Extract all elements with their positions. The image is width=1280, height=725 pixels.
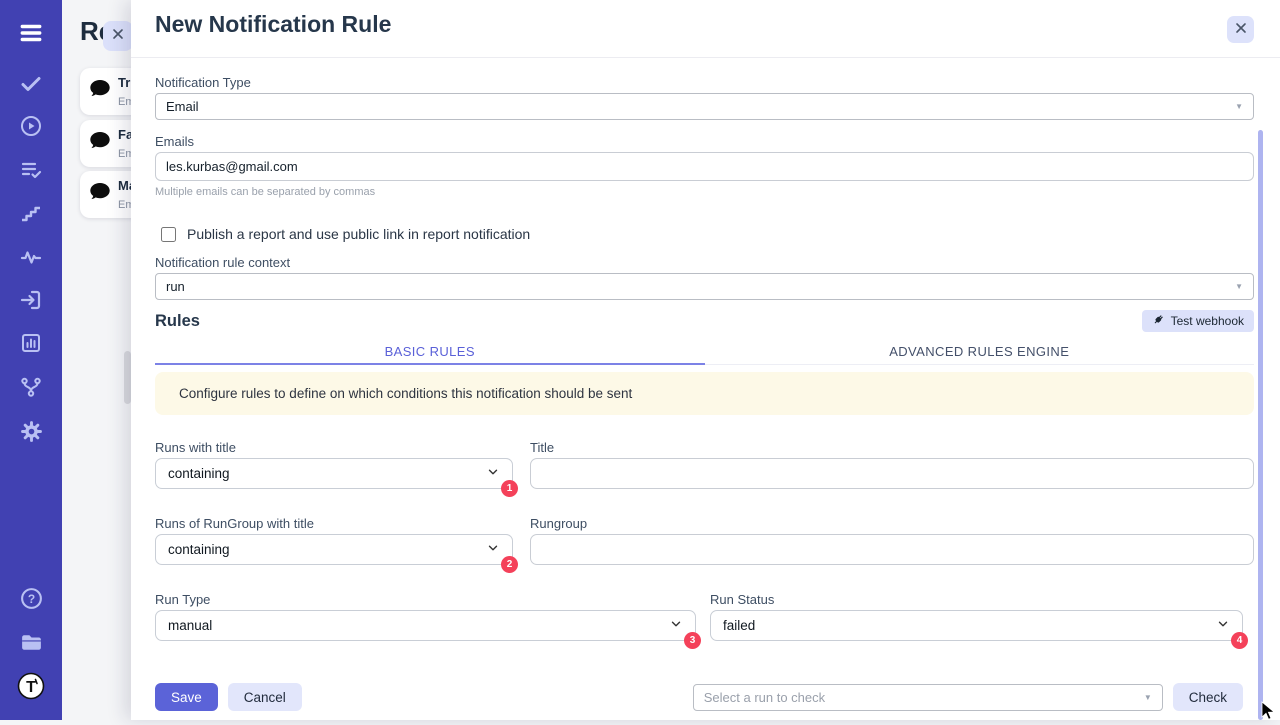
- emails-helper-text: Multiple emails can be separated by comm…: [155, 186, 1254, 198]
- menu-icon[interactable]: [0, 20, 62, 46]
- run-status-value: failed: [723, 618, 755, 633]
- rule-context-label: Notification rule context: [155, 255, 1254, 270]
- speech-bubble-icon: [88, 180, 112, 209]
- bar-chart-icon[interactable]: [0, 330, 62, 356]
- rungroup-title-value: containing: [168, 542, 230, 557]
- check-button[interactable]: Check: [1173, 683, 1243, 711]
- close-icon: [1235, 21, 1247, 39]
- tracardi-logo[interactable]: T: [0, 672, 62, 700]
- steps-icon[interactable]: [0, 200, 62, 226]
- status-badge: 3: [684, 632, 701, 649]
- modal-close-button[interactable]: [1227, 16, 1254, 43]
- rules-tabs: BASIC RULES ADVANCED RULES ENGINE: [155, 338, 1254, 365]
- sign-in-icon[interactable]: [0, 287, 62, 313]
- dropdown-arrow-icon: ▼: [1235, 282, 1243, 291]
- chevron-down-icon: [486, 541, 500, 558]
- chevron-down-icon: [486, 465, 500, 482]
- modal-content: Notification Type Email ▼ Emails Multipl…: [131, 75, 1280, 711]
- run-type-select[interactable]: manual 3: [155, 610, 696, 641]
- rules-info-banner: Configure rules to define on which condi…: [155, 372, 1254, 415]
- runs-with-title-label: Runs with title: [155, 440, 513, 455]
- run-type-value: manual: [168, 618, 212, 633]
- status-badge: 1: [501, 480, 518, 497]
- notification-type-select[interactable]: Email ▼: [155, 93, 1254, 120]
- svg-text:T: T: [26, 679, 36, 696]
- list-check-icon[interactable]: [0, 157, 62, 183]
- plug-icon: [1152, 313, 1165, 329]
- modal-scrollbar-thumb[interactable]: [1258, 130, 1263, 720]
- save-button[interactable]: Save: [155, 683, 218, 711]
- folder-icon[interactable]: [0, 629, 62, 655]
- rungroup-label: Rungroup: [530, 516, 1254, 531]
- publish-report-checkbox[interactable]: [161, 227, 176, 242]
- activity-icon[interactable]: [0, 244, 62, 270]
- panel-scrollbar-thumb[interactable]: [124, 351, 131, 404]
- rungroup-title-select[interactable]: containing 2: [155, 534, 513, 565]
- check-icon[interactable]: [0, 71, 62, 97]
- play-circle-icon[interactable]: [0, 113, 62, 139]
- rungroup-title-label: Runs of RunGroup with title: [155, 516, 513, 531]
- emails-label: Emails: [155, 134, 1254, 149]
- publish-report-label: Publish a report and use public link in …: [187, 226, 530, 242]
- runs-with-title-value: containing: [168, 466, 230, 481]
- modal-title: New Notification Rule: [155, 11, 391, 38]
- sidebar: ? T: [0, 0, 62, 720]
- emails-input[interactable]: [155, 152, 1254, 181]
- run-status-select[interactable]: failed 4: [710, 610, 1243, 641]
- status-badge: 4: [1231, 632, 1248, 649]
- notification-type-value: Email: [166, 99, 199, 114]
- run-to-check-select[interactable]: Select a run to check ▼: [693, 684, 1163, 711]
- modal-header: New Notification Rule: [131, 0, 1280, 58]
- chevron-down-icon: [669, 617, 683, 634]
- title-input[interactable]: [530, 458, 1254, 489]
- rule-row: Runs with title containing 1 Title: [155, 440, 1254, 489]
- rule-row: Runs of RunGroup with title containing 2…: [155, 516, 1254, 565]
- tab-basic-rules[interactable]: BASIC RULES: [155, 338, 705, 364]
- notification-type-label: Notification Type: [155, 75, 1254, 90]
- dropdown-arrow-icon: ▼: [1235, 102, 1243, 111]
- run-status-label: Run Status: [710, 592, 1243, 607]
- cancel-button[interactable]: Cancel: [228, 683, 302, 711]
- dropdown-arrow-icon: ▼: [1144, 693, 1152, 702]
- run-type-label: Run Type: [155, 592, 696, 607]
- test-webhook-label: Test webhook: [1171, 314, 1244, 328]
- rule-context-value: run: [166, 279, 185, 294]
- active-tab-indicator: [155, 363, 705, 365]
- tab-advanced-rules-engine[interactable]: ADVANCED RULES ENGINE: [705, 338, 1255, 364]
- background-panel-close-button[interactable]: [103, 21, 133, 51]
- runs-with-title-select[interactable]: containing 1: [155, 458, 513, 489]
- test-webhook-button[interactable]: Test webhook: [1142, 310, 1254, 332]
- rule-context-select[interactable]: run ▼: [155, 273, 1254, 300]
- rungroup-input[interactable]: [530, 534, 1254, 565]
- list-item-title: Tr: [118, 75, 130, 90]
- branch-icon[interactable]: [0, 374, 62, 400]
- close-icon: [112, 27, 124, 45]
- speech-bubble-icon: [88, 129, 112, 158]
- rules-heading: Rules: [155, 312, 200, 331]
- mouse-cursor: [1261, 701, 1280, 725]
- chevron-down-icon: [1216, 617, 1230, 634]
- run-to-check-placeholder: Select a run to check: [704, 690, 825, 705]
- speech-bubble-icon: [88, 77, 112, 106]
- new-notification-rule-modal: New Notification Rule Notification Type …: [131, 0, 1280, 720]
- help-icon[interactable]: ?: [0, 585, 62, 611]
- status-badge: 2: [501, 556, 518, 573]
- rule-row: Run Type manual 3 Run Status failed: [155, 592, 1254, 641]
- gear-icon[interactable]: [0, 418, 62, 444]
- svg-text:?: ?: [27, 591, 34, 605]
- title-label: Title: [530, 440, 1254, 455]
